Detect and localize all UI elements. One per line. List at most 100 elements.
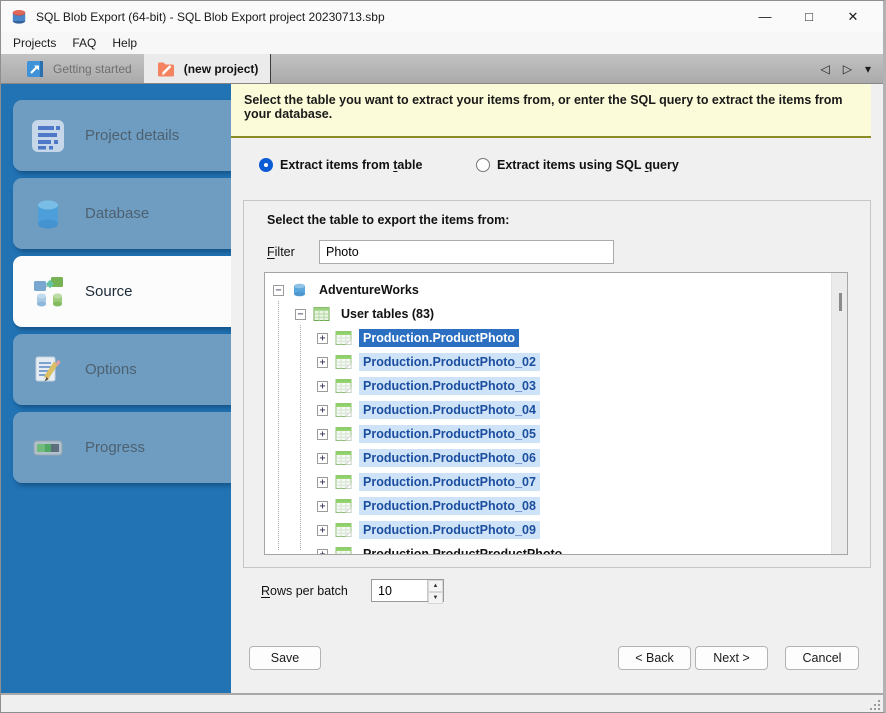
tree-row[interactable]: + Production.ProductProductPhoto	[265, 542, 847, 555]
tree-row[interactable]: + Production.ProductPhoto_05	[265, 422, 847, 446]
rows-per-batch-row: Rows per batch ▲ ▼	[261, 579, 444, 602]
info-banner: Select the table you want to extract you…	[231, 84, 871, 138]
radio-label: Extract items from table	[280, 158, 422, 172]
tree-row-label: Production.ProductPhoto_07	[359, 473, 540, 491]
sidebar-item-progress[interactable]: Progress	[13, 412, 231, 483]
back-button[interactable]: < Back	[618, 646, 691, 670]
tree-row-label: Production.ProductProductPhoto	[359, 545, 566, 555]
tree-row-label: Production.ProductPhoto_08	[359, 497, 540, 515]
maximize-button[interactable]: □	[787, 1, 831, 32]
sidebar-item-label: Database	[85, 205, 149, 222]
filter-input[interactable]	[319, 240, 614, 264]
expand-icon[interactable]: +	[317, 429, 328, 440]
tree-row-label: Production.ProductPhoto	[359, 329, 519, 347]
rows-per-batch-label: Rows per batch	[261, 584, 371, 598]
app-window: SQL Blob Export (64-bit) - SQL Blob Expo…	[0, 0, 886, 713]
close-button[interactable]: ✕	[831, 1, 875, 32]
tree-scrollbar[interactable]	[831, 273, 847, 554]
table-icon	[335, 522, 352, 538]
table-icon	[335, 474, 352, 490]
tree-row-label: Production.ProductPhoto_06	[359, 449, 540, 467]
menu-item-faq[interactable]: FAQ	[64, 32, 104, 54]
next-button[interactable]: Next >	[695, 646, 768, 670]
title-bar: SQL Blob Export (64-bit) - SQL Blob Expo…	[1, 1, 883, 32]
spinner-up-button[interactable]: ▲	[428, 580, 443, 592]
table-icon	[335, 546, 352, 555]
collapse-icon[interactable]: −	[295, 309, 306, 320]
tree-row[interactable]: + Production.ProductPhoto_03	[265, 374, 847, 398]
tree-row[interactable]: + Production.ProductPhoto_08	[265, 494, 847, 518]
tree-row[interactable]: + Production.ProductPhoto_09	[265, 518, 847, 542]
project-details-icon	[28, 116, 68, 156]
rows-per-batch-input[interactable]	[372, 580, 427, 601]
tree-row-label: Production.ProductPhoto_05	[359, 425, 540, 443]
tab-new-project[interactable]: (new project)	[144, 54, 272, 83]
main-panel: Select the table you want to extract you…	[231, 84, 883, 693]
menu-bar: Projects FAQ Help	[1, 32, 883, 54]
radio-extract-from-table[interactable]: Extract items from table	[259, 158, 422, 172]
expand-icon[interactable]: +	[317, 357, 328, 368]
window-title: SQL Blob Export (64-bit) - SQL Blob Expo…	[36, 10, 385, 24]
table-icon	[335, 354, 352, 370]
user-tables-icon	[313, 306, 330, 322]
extract-mode-options: Extract items from table Extract items u…	[231, 158, 883, 180]
expand-icon[interactable]: +	[317, 477, 328, 488]
progress-icon	[28, 428, 68, 468]
tab-nav-forward-icon[interactable]: ▷	[843, 62, 852, 76]
tab-getting-started[interactable]: Getting started	[13, 54, 144, 83]
expand-icon[interactable]: +	[317, 549, 328, 556]
radio-circle	[476, 158, 490, 172]
menu-item-projects[interactable]: Projects	[5, 32, 64, 54]
expand-icon[interactable]: +	[317, 453, 328, 464]
rows-per-batch-spinner: ▲ ▼	[371, 579, 444, 602]
tab-nav-back-icon[interactable]: ◁	[821, 62, 830, 76]
getting-started-icon	[25, 59, 45, 79]
tree-row-user-tables[interactable]: − User tables (83)	[265, 302, 847, 326]
expand-icon[interactable]: +	[317, 405, 328, 416]
sidebar-item-database[interactable]: Database	[13, 178, 231, 249]
table-icon	[335, 450, 352, 466]
table-icon	[335, 498, 352, 514]
tree-row[interactable]: + Production.ProductPhoto_04	[265, 398, 847, 422]
options-icon	[28, 350, 68, 390]
expand-icon[interactable]: +	[317, 333, 328, 344]
radio-label: Extract items using SQL query	[497, 158, 679, 172]
tree-row[interactable]: + Production.ProductPhoto_02	[265, 350, 847, 374]
scrollbar-thumb[interactable]	[839, 293, 842, 311]
tree-row-database[interactable]: − AdventureWorks	[265, 278, 847, 302]
collapse-icon[interactable]: −	[273, 285, 284, 296]
radio-extract-sql-query[interactable]: Extract items using SQL query	[476, 158, 679, 172]
radio-circle	[259, 158, 273, 172]
cancel-button[interactable]: Cancel	[785, 646, 859, 670]
sidebar-item-project-details[interactable]: Project details	[13, 100, 231, 171]
database-icon	[28, 194, 68, 234]
tree-row[interactable]: + Production.ProductPhoto	[265, 326, 847, 350]
table-icon	[335, 330, 352, 346]
menu-item-help[interactable]: Help	[104, 32, 145, 54]
tree-row[interactable]: + Production.ProductPhoto_07	[265, 470, 847, 494]
spinner-down-button[interactable]: ▼	[428, 592, 443, 604]
expand-icon[interactable]: +	[317, 501, 328, 512]
sidebar-item-source[interactable]: Source	[13, 256, 231, 327]
source-icon	[28, 272, 68, 312]
tree-row-label: Production.ProductPhoto_03	[359, 377, 540, 395]
minimize-button[interactable]: —	[743, 1, 787, 32]
tab-getting-started-label: Getting started	[53, 62, 132, 76]
tab-nav: ◁ ▷ ▾	[821, 54, 872, 83]
tree-row-label: AdventureWorks	[315, 281, 423, 299]
app-icon	[11, 9, 27, 25]
tab-nav-more-icon[interactable]: ▾	[865, 62, 871, 76]
table-select-groupbox: Select the table to export the items fro…	[243, 200, 871, 568]
table-icon	[335, 378, 352, 394]
table-tree: − AdventureWorks −	[264, 272, 848, 555]
sidebar-item-options[interactable]: Options	[13, 334, 231, 405]
new-project-icon	[156, 59, 176, 79]
expand-icon[interactable]: +	[317, 525, 328, 536]
sidebar-item-label: Project details	[85, 127, 179, 144]
expand-icon[interactable]: +	[317, 381, 328, 392]
tree-row[interactable]: + Production.ProductPhoto_06	[265, 446, 847, 470]
tree-row-label: Production.ProductPhoto_02	[359, 353, 540, 371]
save-button[interactable]: Save	[249, 646, 321, 670]
resize-grip[interactable]	[869, 699, 880, 710]
tree-row-label: User tables (83)	[337, 305, 438, 323]
